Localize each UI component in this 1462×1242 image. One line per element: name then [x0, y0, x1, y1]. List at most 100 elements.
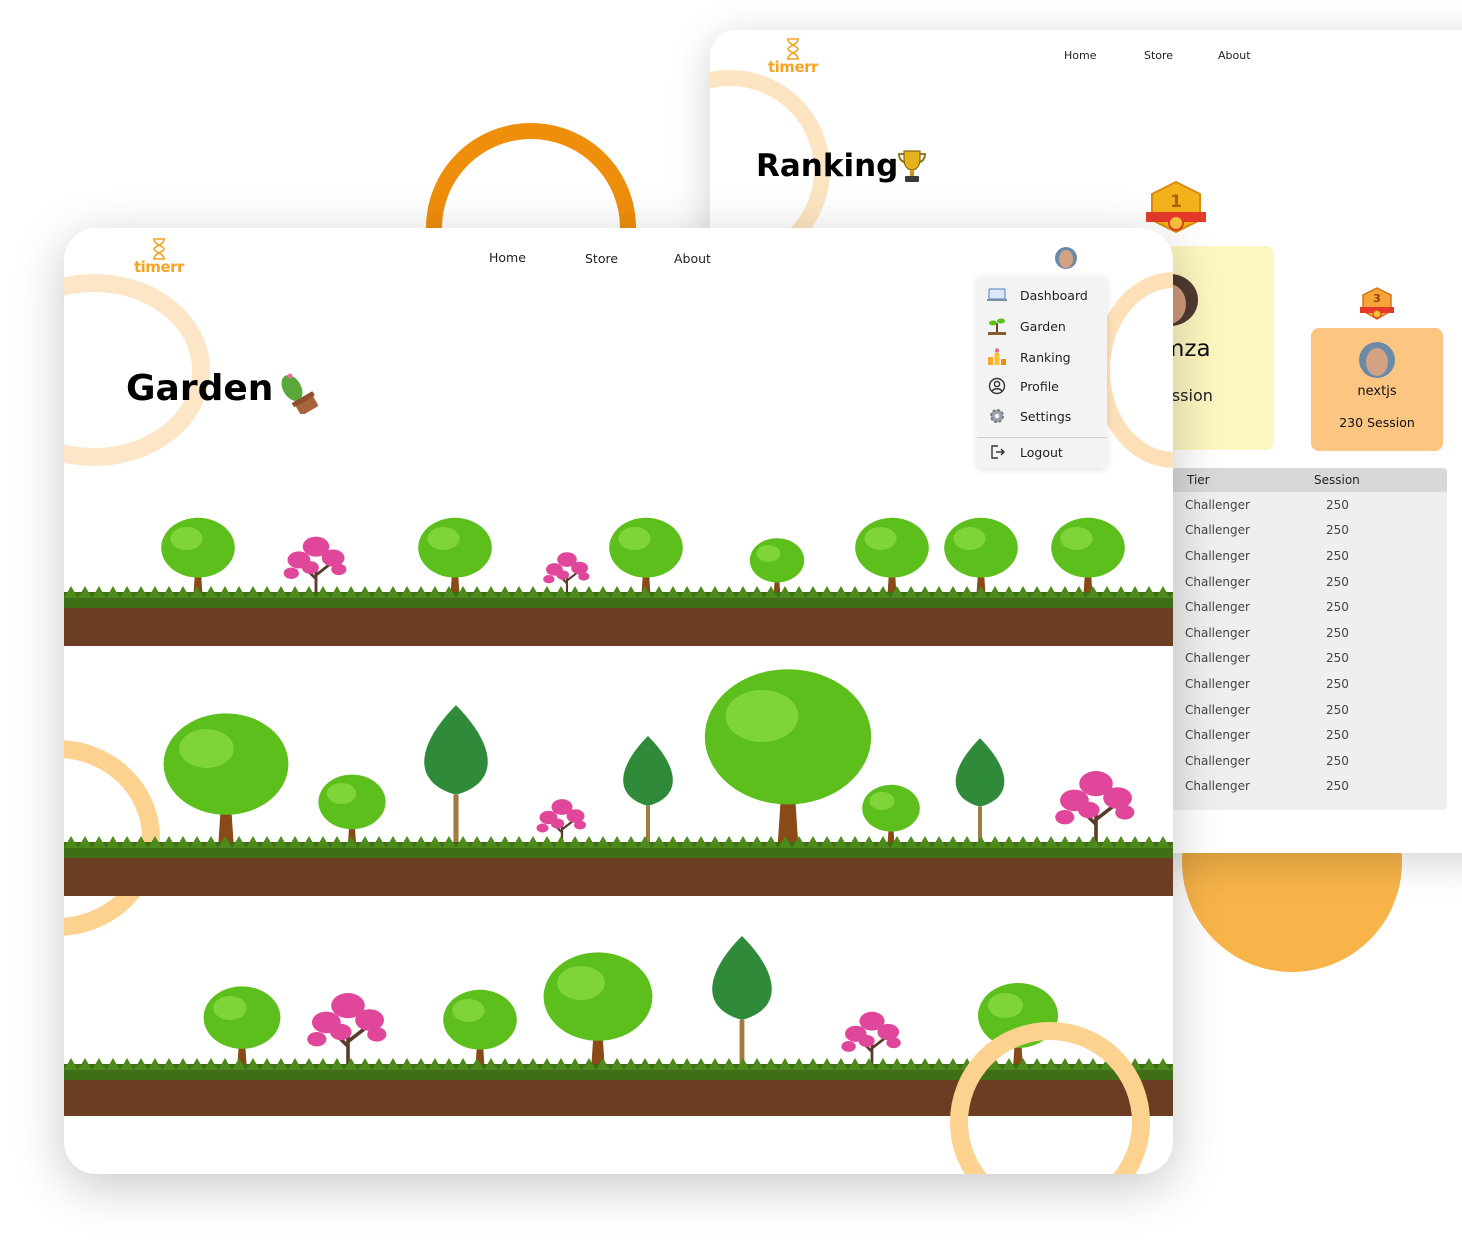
- cell-session: 250: [1326, 779, 1349, 794]
- tree-canopy: [609, 517, 683, 578]
- tree-canopy: [1051, 517, 1125, 578]
- tree-highlight: [1060, 527, 1093, 550]
- logo[interactable]: timerr: [768, 38, 818, 76]
- cell-session: 250: [1326, 702, 1349, 717]
- blossom-cluster: [536, 823, 549, 833]
- tree-highlight: [213, 996, 247, 1020]
- blossom-cluster: [556, 570, 570, 580]
- cell-tier: Challenger: [1185, 574, 1250, 589]
- blossom-cluster: [886, 1037, 901, 1049]
- settings-icon: [987, 407, 1007, 425]
- tree-canopy: [704, 669, 872, 805]
- tree-highlight: [452, 999, 485, 1022]
- menu-label: Garden: [1020, 318, 1066, 334]
- nav-home[interactable]: Home: [1064, 49, 1096, 62]
- menu-label: Logout: [1020, 444, 1063, 460]
- menu-item-ranking[interactable]: Ranking: [987, 348, 1071, 366]
- tree-highlight: [179, 729, 234, 768]
- blossom-cluster: [367, 1027, 387, 1042]
- cell-tier: Challenger: [1185, 753, 1250, 768]
- tree-highlight: [864, 527, 897, 550]
- tree-canopy: [749, 538, 805, 583]
- blossom-cluster: [550, 818, 565, 829]
- tree-canopy: [418, 517, 492, 578]
- tree-highlight: [756, 545, 781, 562]
- blossom-cluster: [574, 820, 586, 830]
- tree-highlight: [988, 993, 1023, 1018]
- cell-session: 250: [1326, 548, 1349, 563]
- table-row: Challenger 250: [1172, 492, 1447, 518]
- cell-tier: Challenger: [1185, 600, 1250, 615]
- rank-3-number: 3: [1373, 292, 1381, 305]
- table-body: Challenger 250 Challenger 250 Challenger 250 C…: [1172, 492, 1447, 799]
- menu-divider: [977, 437, 1107, 438]
- user-avatar[interactable]: [1055, 247, 1077, 269]
- avatar: [1359, 342, 1395, 378]
- blossom-cluster: [858, 1034, 875, 1048]
- menu-item-profile[interactable]: Profile: [987, 377, 1059, 395]
- cell-session: 250: [1326, 600, 1349, 615]
- blossom-cluster: [543, 575, 555, 584]
- ranking-icon: [987, 348, 1007, 366]
- nav-about[interactable]: About: [674, 251, 711, 266]
- nav-store[interactable]: Store: [1144, 49, 1173, 62]
- cell-tier: Challenger: [1185, 779, 1250, 794]
- blossom-cluster: [1055, 810, 1075, 825]
- conifer-canopy: [623, 736, 673, 806]
- table-row: Challenger 250: [1172, 671, 1447, 697]
- ranking-table: Tier Session Challenger 250 Challenger 250 C…: [1172, 468, 1447, 810]
- menu-label: Dashboard: [1020, 287, 1088, 303]
- tree-canopy: [318, 774, 386, 830]
- header-tier: Tier: [1187, 473, 1210, 487]
- nav-about[interactable]: About: [1218, 49, 1251, 62]
- cell-tier: Challenger: [1185, 702, 1250, 717]
- conifer-canopy: [712, 936, 772, 1020]
- menu-item-settings[interactable]: Settings: [987, 407, 1071, 425]
- trophy-icon: [898, 150, 926, 182]
- cell-session: 250: [1326, 728, 1349, 743]
- tree-canopy: [203, 986, 281, 1049]
- garden-scene: [64, 517, 1173, 1116]
- nav-home[interactable]: Home: [489, 250, 526, 265]
- tree-trunk: [453, 794, 459, 846]
- user-menu: Dashboard Garden Ranking Profile Setting…: [977, 276, 1107, 468]
- tree-canopy: [443, 989, 517, 1050]
- tree-highlight: [170, 527, 203, 550]
- table-row: Challenger 250: [1172, 646, 1447, 672]
- blossom-cluster: [841, 1041, 856, 1052]
- blossom-cluster: [578, 572, 590, 581]
- logo[interactable]: timerr: [134, 238, 184, 276]
- table-row: Challenger 250: [1172, 518, 1447, 544]
- tree-canopy: [161, 517, 235, 578]
- cell-session: 250: [1326, 651, 1349, 666]
- cell-tier: Challenger: [1185, 651, 1250, 666]
- logo-text: timerr: [768, 58, 818, 76]
- menu-item-logout[interactable]: Logout: [987, 443, 1063, 461]
- logo-text: timerr: [134, 258, 184, 276]
- tree-highlight: [427, 527, 460, 550]
- cell-session: 250: [1326, 625, 1349, 640]
- rank-3-card: nextjs 230 Session: [1311, 328, 1443, 451]
- table-row: Challenger 250: [1172, 774, 1447, 800]
- cell-session: 250: [1326, 574, 1349, 589]
- garden-icon: [987, 317, 1007, 335]
- cell-tier: Challenger: [1185, 625, 1250, 640]
- menu-item-garden[interactable]: Garden: [987, 317, 1066, 335]
- tree-canopy: [543, 952, 653, 1041]
- tree-canopy: [944, 517, 1018, 578]
- cell-tier: Challenger: [1185, 497, 1250, 512]
- tree-highlight: [869, 792, 895, 810]
- table-header: Tier Session: [1172, 468, 1447, 492]
- cell-tier: Challenger: [1185, 676, 1250, 691]
- tree-canopy: [862, 784, 920, 832]
- rank-1-number: 1: [1170, 192, 1182, 212]
- table-row: Challenger 250: [1172, 569, 1447, 595]
- menu-label: Ranking: [1020, 349, 1071, 365]
- cell-tier: Challenger: [1185, 548, 1250, 563]
- dashboard-icon: [987, 286, 1007, 304]
- nav-store[interactable]: Store: [585, 251, 618, 266]
- tree-canopy: [163, 713, 289, 815]
- menu-item-dashboard[interactable]: Dashboard: [987, 286, 1088, 304]
- cactus-icon: [281, 373, 318, 414]
- tree-highlight: [725, 690, 799, 742]
